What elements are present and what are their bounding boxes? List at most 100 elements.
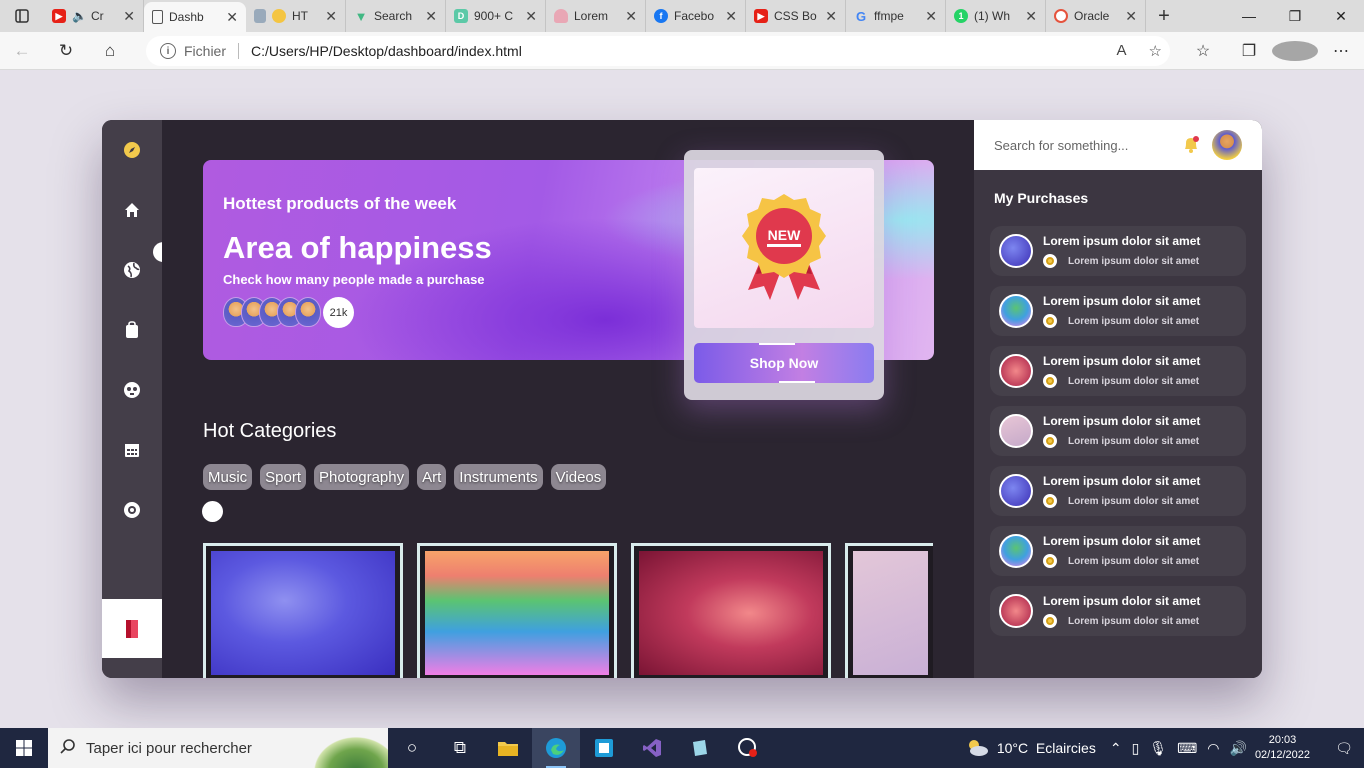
keyboard-icon[interactable]: ⌨ — [1177, 740, 1197, 757]
chevron-up-icon[interactable]: ⌃ — [1110, 740, 1122, 757]
calendar-icon[interactable] — [122, 440, 142, 460]
product-thumbnail — [999, 474, 1033, 508]
restore-icon[interactable]: ❐ — [1272, 0, 1318, 32]
emoji-icon — [272, 9, 286, 23]
edge-icon[interactable] — [532, 728, 580, 768]
close-tab-icon[interactable]: ✕ — [925, 8, 937, 25]
logout-button[interactable] — [102, 599, 162, 658]
chip-instruments[interactable]: Instruments — [454, 464, 543, 490]
settings-icon[interactable] — [122, 500, 142, 520]
favorites-icon[interactable]: ☆ — [1180, 41, 1226, 61]
purchase-item[interactable]: Lorem ipsum dolor sit amet Lorem ipsum d… — [990, 346, 1246, 396]
home-icon[interactable] — [122, 200, 142, 220]
collections-icon[interactable]: ❐ — [1226, 41, 1272, 61]
back-icon[interactable]: ← — [0, 32, 44, 70]
windows-start-icon[interactable] — [0, 728, 48, 768]
close-tab-icon[interactable]: ✕ — [725, 8, 737, 25]
globe-icon[interactable] — [122, 260, 142, 280]
close-tab-icon[interactable]: ✕ — [226, 9, 238, 26]
coin-icon — [1043, 374, 1057, 388]
refresh-icon[interactable]: ↻ — [44, 32, 88, 70]
search-input[interactable] — [994, 137, 1174, 153]
purchase-item[interactable]: Lorem ipsum dolor sit amet Lorem ipsum d… — [990, 466, 1246, 516]
url-field[interactable]: i Fichier C:/Users/HP/Desktop/dashboard/… — [146, 36, 1170, 66]
url-text[interactable]: C:/Users/HP/Desktop/dashboard/index.html — [251, 43, 522, 59]
product-thumbnail — [999, 594, 1033, 628]
close-tab-icon[interactable]: ✕ — [425, 8, 437, 25]
tab-actions-icon[interactable] — [0, 0, 44, 32]
purchase-item[interactable]: Lorem ipsum dolor sit amet Lorem ipsum d… — [990, 586, 1246, 636]
chip-art[interactable]: Art — [417, 464, 447, 490]
shopping-bag-icon[interactable] — [122, 320, 142, 340]
purchase-item[interactable]: Lorem ipsum dolor sit amet Lorem ipsum d… — [990, 526, 1246, 576]
device-icon[interactable]: ▯ — [1132, 740, 1140, 757]
shop-now-button[interactable]: Shop Now — [694, 343, 874, 383]
new-tab-icon[interactable]: + — [1146, 0, 1182, 32]
browser-tab-8[interactable]: ▶ CSS Bo ✕ — [746, 0, 846, 32]
browser-tab-7[interactable]: f Facebo ✕ — [646, 0, 746, 32]
close-tab-icon[interactable]: ✕ — [825, 8, 837, 25]
read-aloud-icon[interactable]: A — [1117, 42, 1127, 60]
more-options-icon[interactable]: ⋯ — [1318, 41, 1364, 61]
weather-text[interactable]: 10°C Eclaircies — [997, 740, 1096, 756]
taskbar-search[interactable]: Taper ici pour rechercher — [48, 728, 388, 768]
cortana-icon[interactable]: ○ — [388, 728, 436, 768]
purchase-item[interactable]: Lorem ipsum dolor sit amet Lorem ipsum d… — [990, 286, 1246, 336]
info-icon[interactable]: i — [160, 43, 176, 59]
browser-tab-6[interactable]: Lorem ✕ — [546, 0, 646, 32]
visual-studio-icon[interactable] — [628, 728, 676, 768]
purchase-subtitle: Lorem ipsum dolor sit amet — [1068, 556, 1200, 567]
browser-tab-4[interactable]: ▼ Search ✕ — [346, 0, 446, 32]
compass-icon[interactable] — [122, 140, 142, 160]
gallery-thumb[interactable] — [845, 543, 933, 678]
close-tab-icon[interactable]: ✕ — [625, 8, 637, 25]
user-avatar[interactable] — [1212, 130, 1242, 160]
home-icon[interactable]: ⌂ — [88, 32, 132, 70]
purchase-item[interactable]: Lorem ipsum dolor sit amet Lorem ipsum d… — [990, 226, 1246, 276]
chip-videos[interactable]: Videos — [550, 464, 607, 490]
browser-tab-1[interactable]: ▶ 🔈 Cr ✕ — [44, 0, 144, 32]
browser-tab-5[interactable]: D 900+ C ✕ — [446, 0, 546, 32]
gallery-thumb[interactable] — [631, 543, 831, 678]
close-tab-icon[interactable]: ✕ — [325, 8, 337, 25]
browser-tab-11[interactable]: Oracle ✕ — [1046, 0, 1146, 32]
app-icon[interactable] — [580, 728, 628, 768]
page-icon — [152, 10, 163, 24]
purchase-title: Lorem ipsum dolor sit amet — [1043, 474, 1201, 488]
browser-tab-9[interactable]: G ffmpe ✕ — [846, 0, 946, 32]
browser-tab-3[interactable]: HT ✕ — [246, 0, 346, 32]
main-content: Hottest products of the week Area of hap… — [162, 120, 974, 678]
profile-avatar[interactable] — [1272, 41, 1318, 61]
browser-tab-10[interactable]: 1 (1) Wh ✕ — [946, 0, 1046, 32]
close-tab-icon[interactable]: ✕ — [1025, 8, 1037, 25]
microphone-icon[interactable]: 🎙 — [1149, 740, 1167, 757]
window-controls: — ❐ ✕ — [1226, 0, 1364, 32]
game-icon[interactable] — [122, 380, 142, 400]
close-tab-icon[interactable]: ✕ — [123, 8, 135, 25]
bell-icon[interactable] — [1181, 135, 1201, 155]
minimize-icon[interactable]: — — [1226, 0, 1272, 32]
purchase-item[interactable]: Lorem ipsum dolor sit amet Lorem ipsum d… — [990, 406, 1246, 456]
notes-app-icon[interactable] — [676, 728, 724, 768]
chip-sport[interactable]: Sport — [260, 464, 307, 490]
close-tab-icon[interactable]: ✕ — [1125, 8, 1137, 25]
add-favorite-icon[interactable]: ☆ — [1149, 42, 1162, 60]
chip-photography[interactable]: Photography — [314, 464, 410, 490]
clock[interactable]: 20:03 02/12/2022 — [1255, 733, 1310, 763]
purchase-subtitle: Lorem ipsum dolor sit amet — [1068, 616, 1200, 627]
browser-tab-active[interactable]: Dashb ✕ — [144, 2, 246, 32]
file-explorer-icon[interactable] — [484, 728, 532, 768]
close-tab-icon[interactable]: ✕ — [525, 8, 537, 25]
task-view-icon[interactable]: ⧉ — [436, 728, 484, 768]
close-window-icon[interactable]: ✕ — [1318, 0, 1364, 32]
wifi-icon[interactable]: ◠ — [1207, 740, 1219, 757]
recorder-icon[interactable] — [724, 728, 772, 768]
gallery-thumb[interactable] — [203, 543, 403, 678]
search-icon — [60, 738, 76, 758]
gallery-thumb[interactable] — [417, 543, 617, 678]
product-thumbnail — [999, 414, 1033, 448]
notifications-icon[interactable]: 🗨 — [1324, 740, 1364, 757]
volume-icon[interactable]: 🔊 — [1230, 740, 1247, 757]
purchase-subtitle: Lorem ipsum dolor sit amet — [1068, 496, 1200, 507]
chip-music[interactable]: Music — [203, 464, 253, 490]
